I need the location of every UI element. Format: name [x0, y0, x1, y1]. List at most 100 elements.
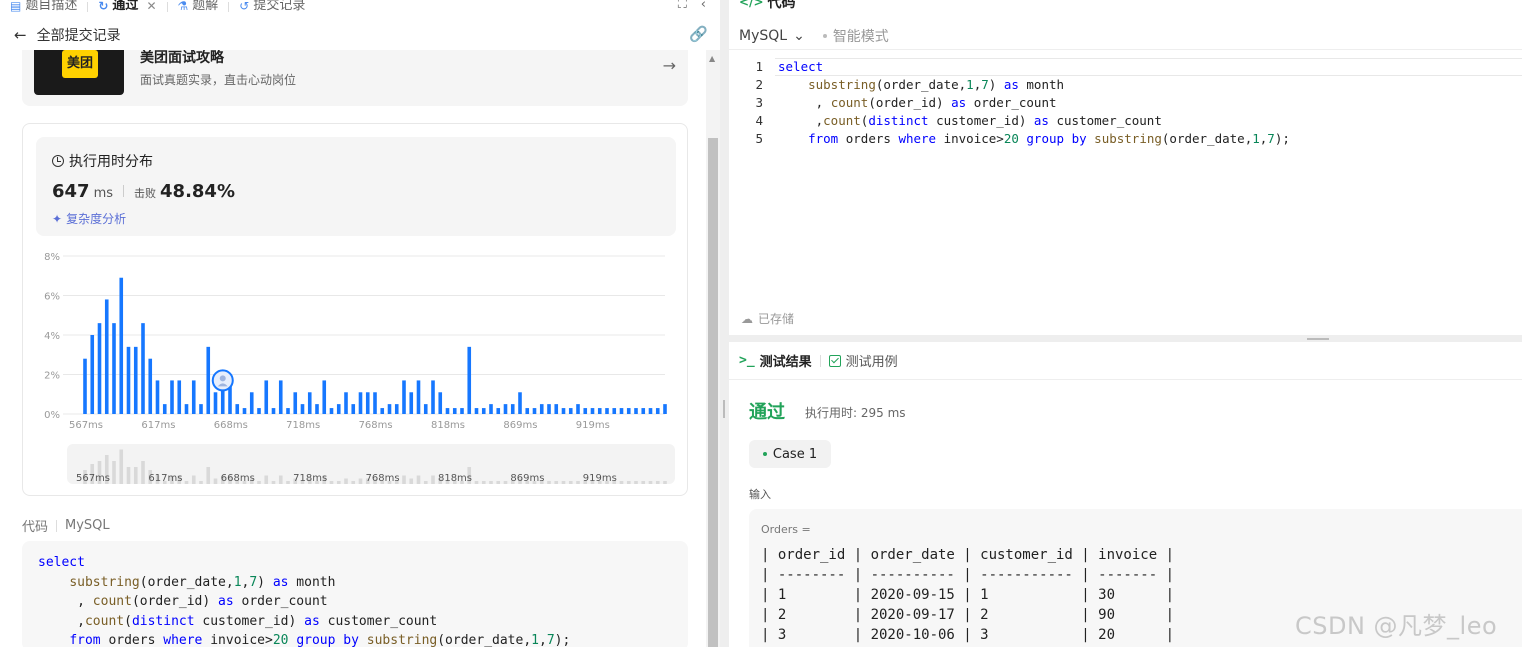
x-tick-label: 718ms	[286, 420, 320, 431]
code-icon: </>	[739, 0, 764, 9]
bar	[206, 346, 211, 414]
bar	[481, 408, 486, 414]
promo-banner[interactable]: 美团 美团面试攻略 面试真题实录，直击心动岗位 →	[22, 50, 688, 106]
bar	[83, 358, 87, 414]
editor-title-text: 代码	[767, 0, 796, 11]
bar	[460, 408, 464, 414]
tab-divider	[819, 354, 821, 367]
watermark: CSDN @凡梦_leo	[1295, 612, 1498, 640]
tab-solutions[interactable]: ⚗ 题解	[168, 0, 229, 12]
bar	[300, 404, 305, 414]
bar	[655, 408, 660, 414]
result-status: 通过	[749, 402, 785, 423]
bar	[445, 408, 450, 414]
bar	[184, 404, 189, 414]
horizontal-splitter[interactable]	[729, 335, 1522, 342]
mini-bar	[112, 461, 116, 484]
result-tabs: >_ 测试结果 测试用例	[729, 342, 1522, 380]
code-line: select	[38, 555, 85, 570]
mini-bar	[648, 481, 653, 484]
mini-bar	[213, 478, 218, 484]
mini-bar	[626, 481, 631, 484]
tab-accepted[interactable]: ↻ 通过 ✕	[88, 0, 166, 12]
splitter-grip[interactable]	[723, 400, 725, 418]
bar	[329, 408, 334, 414]
mini-bar	[206, 467, 211, 484]
close-icon[interactable]: ✕	[146, 0, 156, 12]
line-text: ,count(distinct customer_id) as customer…	[778, 113, 1162, 128]
bar	[576, 404, 580, 414]
case-tab[interactable]: Case 1	[749, 440, 831, 468]
mini-x-label: 718ms	[293, 473, 327, 484]
mini-x-label: 668ms	[221, 473, 255, 484]
runtime-value: 647	[52, 181, 90, 202]
bar	[423, 404, 428, 414]
runtime-distribution-chart[interactable]: 8% 6% 4% 2% 0% 567ms 617ms 668ms 718ms 768ms 818ms…	[23, 244, 687, 489]
mini-bar	[416, 475, 421, 484]
editor-line: 5 from orders where invoice>20 group by …	[729, 130, 1522, 148]
promo-subtitle: 面试真题实录，直击心动岗位	[140, 73, 297, 87]
bar	[307, 392, 312, 414]
tab-description[interactable]: ▤ 题目描述	[0, 0, 87, 12]
tab-submissions[interactable]: ↺ 提交记录	[229, 0, 315, 12]
bar	[605, 408, 609, 414]
complexity-analysis-link[interactable]: ✦ 复杂度分析	[52, 210, 126, 227]
case-status-dot	[762, 452, 767, 456]
x-tick-label: 869ms	[503, 420, 537, 431]
link-icon[interactable]: 🔗	[689, 25, 708, 43]
bar	[126, 346, 131, 414]
mini-bar	[663, 481, 667, 484]
bar	[322, 380, 327, 414]
mini-bar	[133, 467, 138, 484]
bar	[452, 408, 457, 414]
runtime-unit: ms	[93, 186, 114, 201]
bar	[257, 408, 261, 414]
line-number: 5	[755, 131, 763, 146]
mini-x-label: 919ms	[583, 473, 617, 484]
bar	[525, 408, 530, 414]
checkbox-icon	[828, 354, 841, 367]
left-scrollbar[interactable]: ▲	[706, 50, 720, 647]
all-submissions-link[interactable]: 全部提交记录	[37, 25, 121, 45]
mini-bar	[278, 475, 283, 484]
mini-bar	[496, 481, 501, 484]
table-row: | 3 | 2020-10-06 | 3 | 20 |	[761, 627, 1175, 643]
bar	[191, 380, 196, 414]
clock-icon	[52, 155, 64, 167]
bar	[518, 392, 522, 414]
x-tick-label: 818ms	[431, 420, 465, 431]
y-tick-label: 6%	[44, 292, 60, 303]
line-number: 3	[755, 95, 763, 110]
table-row: | order_id | order_date | customer_id | …	[761, 547, 1175, 563]
back-arrow-icon[interactable]: ←	[14, 26, 27, 44]
x-tick-label: 919ms	[576, 420, 610, 431]
smart-mode-toggle[interactable]: 智能模式	[822, 26, 889, 46]
bar	[634, 408, 638, 414]
expand-icon[interactable]: ⛶	[678, 0, 687, 12]
mini-bar	[489, 481, 493, 484]
arrow-right-icon[interactable]: →	[663, 56, 676, 75]
bar	[554, 404, 559, 414]
collapse-left-icon[interactable]: ‹	[701, 0, 706, 12]
mini-bar	[141, 461, 145, 484]
tab-test-result[interactable]: >_ 测试结果	[739, 351, 812, 370]
scroll-up-icon[interactable]: ▲	[709, 54, 715, 63]
mini-bar	[271, 481, 276, 484]
case-label: Case 1	[772, 446, 818, 462]
splitter-grip[interactable]	[1307, 338, 1329, 340]
mini-bar	[336, 481, 341, 484]
editor-line: 1 select	[755, 58, 1522, 76]
tab-test-cases[interactable]: 测试用例	[828, 351, 898, 370]
code-editor[interactable]: 1 select 2 substring(order_date,1,7) as mo…	[729, 58, 1522, 298]
bar	[597, 408, 602, 414]
bar	[489, 404, 493, 414]
vertical-splitter[interactable]	[720, 0, 729, 647]
runtime-value-row: 647 ms 击败 48.84%	[52, 181, 235, 202]
language-select[interactable]: MySQL ⌄	[739, 28, 805, 44]
runtime-title: 执行用时分布	[52, 151, 153, 171]
mini-bar	[576, 481, 580, 484]
code-line: from orders where invoice>20 group by su…	[69, 633, 571, 647]
scrollbar-thumb[interactable]	[708, 138, 718, 647]
mini-bar	[409, 478, 414, 484]
mini-x-label: 617ms	[148, 473, 182, 484]
